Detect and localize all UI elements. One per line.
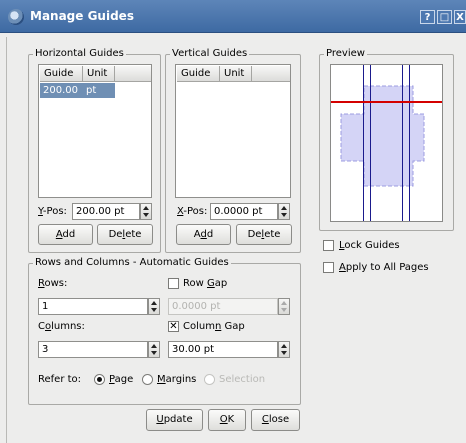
column-header-filler [252, 66, 290, 82]
close-icon[interactable]: X [454, 10, 466, 24]
refer-margins-radio[interactable] [142, 374, 153, 385]
app-icon [8, 9, 24, 25]
rows-spinner[interactable] [148, 298, 160, 315]
lock-guides-label[interactable]: Lock Guides [339, 240, 400, 251]
vertical-guides-legend: Vertical Guides [172, 48, 248, 59]
columns-label: Columns: [38, 321, 85, 332]
x-pos-label: X-Pos: [177, 206, 208, 217]
preview-canvas [330, 64, 443, 222]
refer-page-radio[interactable] [94, 374, 105, 385]
rows-input[interactable]: 1 [38, 298, 148, 315]
refer-page-label[interactable]: Page [109, 374, 133, 385]
add-vertical-guide-button[interactable]: Add [176, 224, 231, 245]
refer-to-label: Refer to: [38, 374, 82, 385]
column-header-guide[interactable]: Guide [40, 66, 83, 82]
column-gap-spinner[interactable] [278, 341, 290, 358]
column-header-unit[interactable]: Unit [83, 66, 115, 82]
refer-selection-radio[interactable] [204, 374, 215, 385]
column-gap-input[interactable]: 30.00 pt [168, 341, 278, 358]
column-gap-label[interactable]: Column Gap [183, 321, 245, 332]
refer-margins-label[interactable]: Margins [157, 374, 196, 385]
x-pos-spinner[interactable] [278, 203, 290, 220]
guide-value: 200.00 [43, 85, 78, 96]
window-title: Manage Guides [30, 9, 134, 23]
x-pos-input[interactable]: 0.0000 pt [210, 203, 278, 220]
horizontal-guides-legend: Horizontal Guides [35, 48, 124, 59]
vertical-guides-list[interactable]: Guide Unit [175, 64, 291, 198]
columns-input[interactable]: 3 [38, 341, 148, 358]
lock-guides-checkbox[interactable] [323, 240, 334, 251]
preview-legend: Preview [326, 48, 365, 59]
delete-vertical-guide-button[interactable]: Delete [236, 224, 292, 245]
help-icon[interactable]: ? [420, 10, 435, 24]
apply-all-pages-label[interactable]: Apply to All Pages [339, 262, 429, 273]
add-horizontal-guide-button[interactable]: Add [38, 224, 93, 245]
apply-all-pages-checkbox[interactable] [323, 262, 334, 273]
rows-label: Rows: [38, 278, 68, 289]
close-button[interactable]: Close [251, 409, 300, 431]
update-button[interactable]: Update [146, 409, 203, 431]
row-gap-label[interactable]: Row Gap [183, 278, 227, 289]
columns-spinner[interactable] [148, 341, 160, 358]
column-header-guide[interactable]: Guide [177, 66, 220, 82]
title-bar[interactable]: Manage Guides ? □ X [0, 0, 466, 33]
ok-button[interactable]: OK [208, 409, 246, 431]
y-pos-label: Y-Pos: [38, 206, 67, 217]
delete-horizontal-guide-button[interactable]: Delete [97, 224, 153, 245]
column-header-filler [115, 66, 151, 82]
y-pos-input[interactable]: 200.00 pt [72, 203, 140, 220]
horizontal-guides-list[interactable]: Guide Unit 200.00 pt [38, 64, 152, 198]
auto-guides-legend: Rows and Columns - Automatic Guides [35, 257, 229, 268]
row-gap-input[interactable]: 0.0000 pt [168, 298, 278, 315]
column-gap-checkbox[interactable]: ✕ [168, 321, 179, 332]
unit-value: pt [86, 85, 97, 96]
column-header-unit[interactable]: Unit [220, 66, 252, 82]
row-gap-checkbox[interactable] [168, 278, 179, 289]
y-pos-spinner[interactable] [140, 203, 152, 220]
refer-selection-label[interactable]: Selection [219, 374, 265, 385]
row-gap-spinner[interactable] [278, 298, 290, 315]
maximize-icon[interactable]: □ [437, 10, 452, 24]
table-row[interactable]: 200.00 pt [40, 83, 115, 98]
